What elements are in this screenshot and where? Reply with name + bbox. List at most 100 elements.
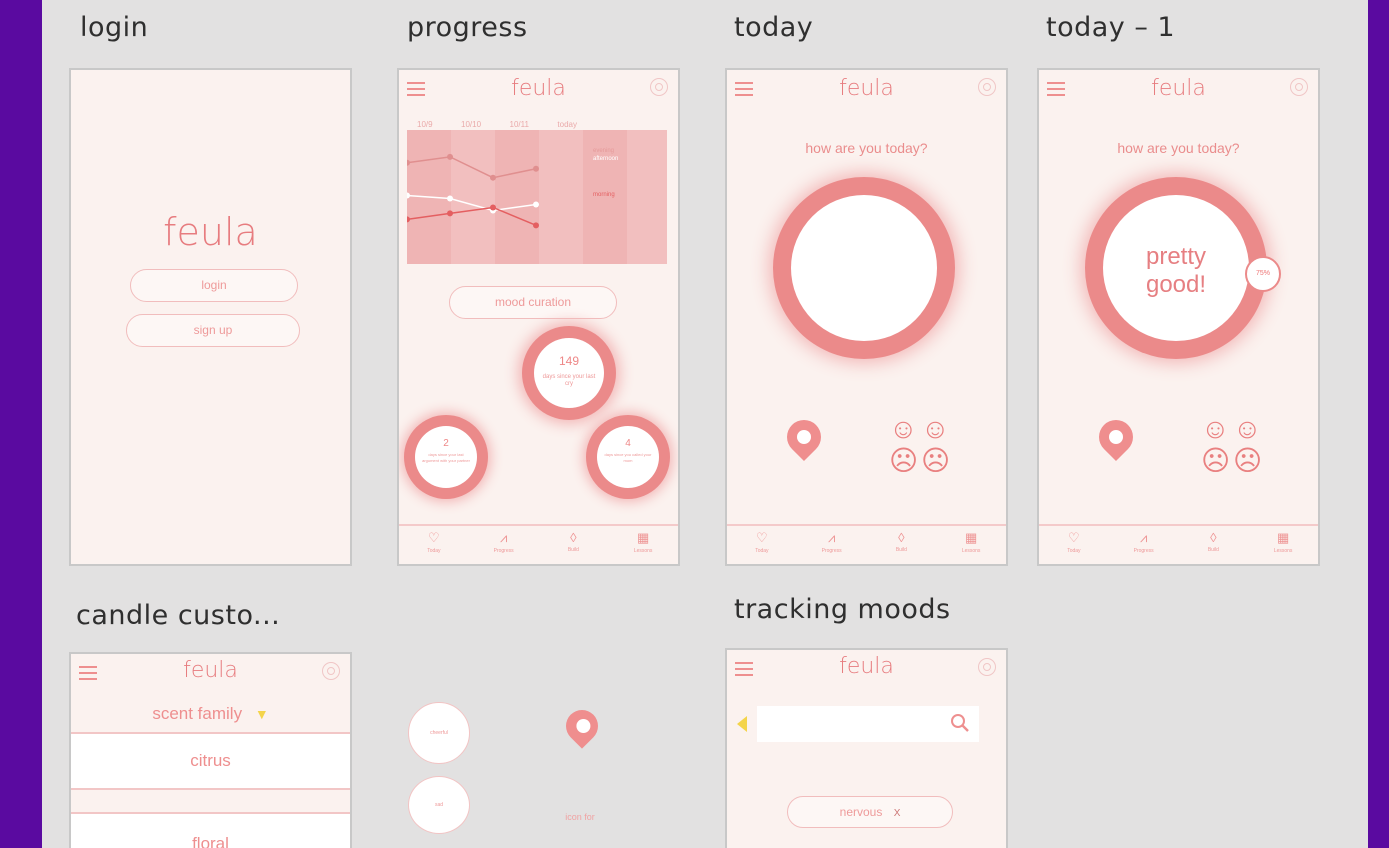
- tab-bar: ♡ Today ⩘ Progress ◊ Build ▦ Lessons: [1039, 524, 1318, 564]
- flame-icon: ◊: [898, 530, 905, 545]
- tab-today[interactable]: ♡ Today: [734, 526, 790, 554]
- scent-option[interactable]: citrus: [71, 732, 350, 790]
- trend-icon: ⩘: [827, 530, 836, 545]
- gear-icon[interactable]: [978, 78, 996, 96]
- stat-circle-left: 2 days since your last argument with you…: [415, 426, 477, 488]
- mood-tag-nervous[interactable]: nervous X: [787, 796, 953, 828]
- stat-value: 2: [443, 438, 449, 449]
- mood-percent-handle[interactable]: 75%: [1245, 256, 1281, 292]
- data-point: [533, 201, 539, 208]
- tab-progress[interactable]: ⩘ Progress: [476, 526, 532, 554]
- date-label: 10/9: [417, 120, 433, 129]
- date-label: 10/11: [509, 120, 529, 129]
- unsure-face-icon[interactable]: ☹: [1201, 446, 1231, 476]
- stat-circle-right: 4 days since you called your mom: [597, 426, 659, 488]
- tag-remove-button[interactable]: X: [894, 808, 901, 819]
- mood-question: how are you today?: [1117, 140, 1240, 156]
- tab-build[interactable]: ◊ Build: [873, 526, 929, 553]
- chip-sad[interactable]: sad: [408, 776, 470, 834]
- sad-face-icon[interactable]: ☹: [921, 446, 951, 476]
- book-icon: ▦: [1276, 530, 1290, 545]
- search-input[interactable]: [757, 706, 979, 742]
- stat-caption: days since you called your mom: [604, 452, 652, 463]
- tab-progress[interactable]: ⩘ Progress: [804, 526, 860, 554]
- tab-today[interactable]: ♡ Today: [1046, 526, 1102, 554]
- unsure-face-icon[interactable]: ☹: [889, 446, 919, 476]
- mood-dial[interactable]: pretty good!: [1103, 195, 1249, 341]
- board-label-tracking: tracking moods: [734, 594, 951, 625]
- mood-faces: ☺ ☺ ☹ ☹: [1201, 414, 1263, 476]
- today-minus-1-screen: feula how are you today? pretty good! 75…: [1037, 68, 1320, 566]
- mood-question: how are you today?: [805, 140, 928, 156]
- tag-label: nervous: [839, 805, 883, 819]
- heart-icon: ♡: [756, 530, 768, 545]
- location-pin-icon[interactable]: [779, 412, 829, 462]
- chip-cheerful[interactable]: cheerful: [408, 702, 470, 764]
- signup-button[interactable]: sign up: [126, 314, 300, 347]
- mood-line-chart: evening afternoon morning: [404, 130, 627, 264]
- tab-progress[interactable]: ⩘ Progress: [1116, 526, 1172, 554]
- legend-label: evening: [593, 148, 614, 154]
- tab-build[interactable]: ◊ Build: [545, 526, 601, 553]
- sad-face-icon[interactable]: ☹: [1233, 446, 1263, 476]
- happy-face-icon[interactable]: ☺: [1201, 414, 1231, 444]
- flame-icon: ◊: [570, 530, 577, 545]
- brand-logo: feula: [1151, 76, 1206, 101]
- tab-today[interactable]: ♡ Today: [406, 526, 462, 554]
- brand-logo: feula: [839, 76, 894, 101]
- legend-label: afternoon: [593, 156, 618, 162]
- back-arrow-icon[interactable]: [737, 716, 747, 732]
- happy-face-icon[interactable]: ☺: [889, 414, 919, 444]
- tab-lessons[interactable]: ▦ Lessons: [615, 526, 671, 554]
- tab-lessons[interactable]: ▦ Lessons: [1255, 526, 1311, 554]
- stat-value: 149: [558, 354, 580, 368]
- stat-circle-large: 149 days since your last cry: [534, 338, 604, 408]
- gear-icon[interactable]: [978, 658, 996, 676]
- stat-value: 4: [625, 438, 631, 449]
- board-label-progress: progress: [407, 12, 528, 43]
- neutral-face-icon[interactable]: ☺: [921, 414, 951, 444]
- mood-faces: ☺ ☺ ☹ ☹: [889, 414, 951, 476]
- heart-icon: ♡: [1068, 530, 1080, 545]
- mood-curation-button[interactable]: mood curation: [449, 286, 617, 319]
- data-point: [490, 204, 496, 211]
- neutral-face-icon[interactable]: ☺: [1233, 414, 1263, 444]
- stat-caption: days since your last cry: [542, 374, 596, 387]
- gear-icon[interactable]: [322, 662, 340, 680]
- legend-label: morning: [593, 192, 615, 198]
- login-screen: feula login sign up: [69, 68, 352, 566]
- dropdown-arrow-icon: ▼: [254, 706, 269, 722]
- login-button[interactable]: login: [130, 269, 298, 302]
- flame-icon: ◊: [1210, 530, 1217, 545]
- data-point: [533, 222, 539, 229]
- data-point: [447, 210, 453, 217]
- gear-icon[interactable]: [650, 78, 668, 96]
- date-label: today: [557, 120, 577, 129]
- scent-family-dropdown[interactable]: scent family ▼: [71, 704, 350, 724]
- tab-bar: ♡ Today ⩘ Progress ◊ Build ▦ Lessons: [727, 524, 1006, 564]
- data-point: [533, 165, 539, 172]
- tab-bar: ♡ Today ⩘ Progress ◊ Build ▦ Lessons: [399, 524, 678, 564]
- candle-screen: feula scent family ▼ citrus floral: [69, 652, 352, 848]
- date-row: 10/9 10/10 10/11 today: [417, 120, 577, 129]
- brand-logo: feula: [163, 210, 258, 254]
- data-point: [447, 195, 453, 202]
- mood-result-text: pretty good!: [1145, 243, 1207, 298]
- tab-lessons[interactable]: ▦ Lessons: [943, 526, 999, 554]
- mood-dial[interactable]: [791, 195, 937, 341]
- trend-icon: ⩘: [1139, 530, 1148, 545]
- search-icon[interactable]: [951, 714, 969, 732]
- brand-logo: feula: [511, 76, 566, 101]
- location-pin-icon[interactable]: [1091, 412, 1141, 462]
- brand-logo: feula: [183, 658, 238, 683]
- tab-build[interactable]: ◊ Build: [1185, 526, 1241, 553]
- gear-icon[interactable]: [1290, 78, 1308, 96]
- board-label-today-1: today – 1: [1046, 12, 1176, 43]
- scent-option[interactable]: floral: [71, 812, 350, 848]
- data-point: [490, 174, 496, 181]
- data-point: [447, 153, 453, 160]
- tracking-screen: feula nervous X: [725, 648, 1008, 848]
- location-pin-icon: [559, 703, 605, 749]
- board-label-login: login: [80, 12, 149, 43]
- heart-icon: ♡: [428, 530, 440, 545]
